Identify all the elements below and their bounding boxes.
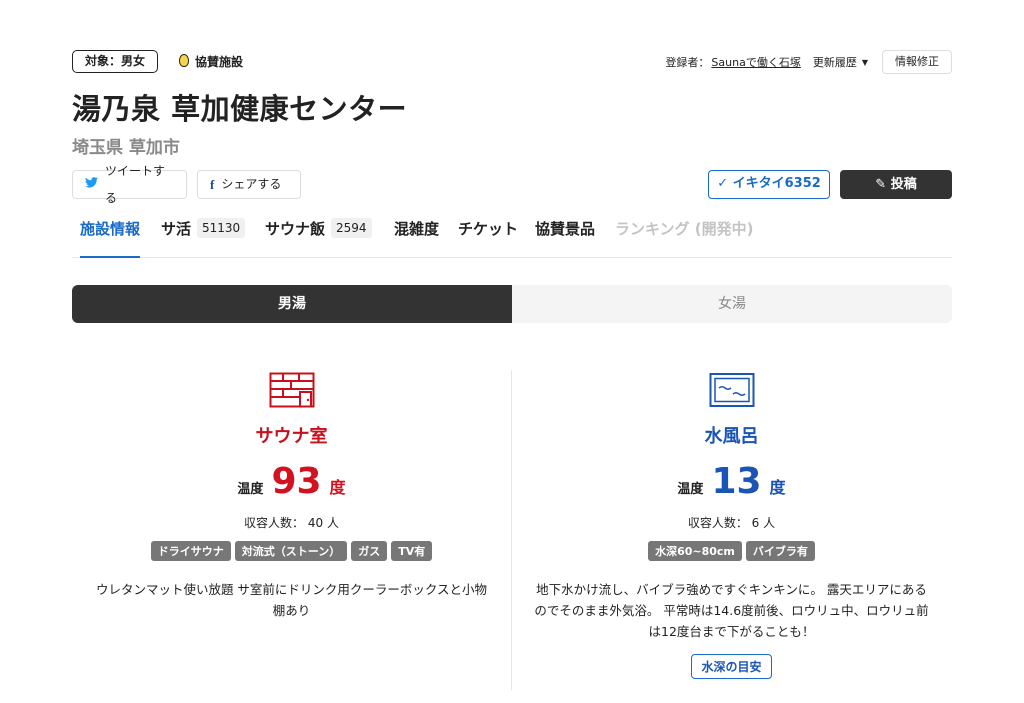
twitter-icon xyxy=(85,171,98,198)
temp-label: 温度 xyxy=(677,482,704,497)
temp-unit: 度 xyxy=(769,478,786,497)
temp-label: 温度 xyxy=(237,482,264,497)
tab-sakatsu[interactable]: サ活 51130 xyxy=(161,218,246,258)
ikitai-label: イキタイ6352 xyxy=(732,176,821,191)
tab-count: 2594 xyxy=(331,218,372,238)
sponsor-text: 協賛施設 xyxy=(195,55,244,69)
facility-name: 湯乃泉 草加健康センター xyxy=(72,92,408,126)
target-badge: 対象：男女 xyxy=(72,50,159,73)
ikitai-button[interactable]: ✓ イキタイ6352 xyxy=(708,170,830,199)
female-bath-tab[interactable]: 女湯 xyxy=(512,285,952,323)
tab-facility-info[interactable]: 施設情報 xyxy=(80,218,141,258)
sauna-capacity: 収容人数： 40 人 xyxy=(244,516,339,530)
sauna-description: ウレタンマット使い放題 サ室前にドリンク用クーラーボックスと小物棚あり xyxy=(95,582,488,618)
caret-down-icon: ▼ xyxy=(861,57,868,67)
tag: ドライサウナ xyxy=(150,541,231,561)
top-right-meta: 登録者： Saunaで働く石塚 更新履歴 ▼ 情報修正 xyxy=(665,50,952,74)
tab-label: ランキング (開発中) xyxy=(615,220,754,238)
post-button[interactable]: ✎ 投稿 xyxy=(840,170,952,199)
tag: ガス xyxy=(351,541,388,561)
registrant-link[interactable]: Saunaで働く石塚 xyxy=(711,54,800,70)
post-label: 投稿 xyxy=(890,177,917,192)
cold-bath-icon xyxy=(709,373,754,407)
tab-ticket[interactable]: チケット xyxy=(458,218,518,258)
sauna-title: サウナ室 xyxy=(255,426,328,447)
tab-label: 協賛景品 xyxy=(535,220,596,238)
tab-congestion[interactable]: 混雑度 xyxy=(394,218,439,258)
temp-unit: 度 xyxy=(329,478,346,497)
tag: TV有 xyxy=(391,541,433,561)
water-capacity: 収容人数： 6 人 xyxy=(687,516,776,530)
tab-sauna-meal[interactable]: サウナ飯 2594 xyxy=(265,218,372,258)
tweet-label: ツイートする xyxy=(105,163,166,205)
registrant-label: 登録者： xyxy=(665,56,710,69)
water-temperature: 温度 13 度 xyxy=(512,464,951,500)
tab-count: 51130 xyxy=(197,218,246,238)
male-bath-tab[interactable]: 男湯 xyxy=(72,285,512,323)
action-row: ツイートする f シェアする ✓ イキタイ6352 ✎ 投稿 xyxy=(72,164,952,205)
gender-switch: 男湯 女湯 xyxy=(72,285,952,323)
water-depth-button[interactable]: 水深の目安 xyxy=(691,654,772,679)
sauna-room-section: サウナ室 温度 93 度 収容人数： 40 人 ドライサウナ 対流式（ストーン）… xyxy=(72,372,511,621)
water-tags: 水深60~80cm バイブラ有 xyxy=(512,541,951,561)
tag: バイブラ有 xyxy=(745,541,815,561)
tab-label: サ活 xyxy=(161,220,192,238)
tab-ranking: ランキング (開発中) xyxy=(615,218,753,258)
check-icon: ✓ xyxy=(717,176,729,191)
tab-label: 混雑度 xyxy=(394,220,440,238)
facebook-share-button[interactable]: f シェアする xyxy=(197,170,301,199)
sponsor-icon xyxy=(179,54,189,67)
tab-label: チケット xyxy=(458,220,519,238)
history-dropdown[interactable]: 更新履歴 ▼ xyxy=(813,54,868,70)
tag: 水深60~80cm xyxy=(648,541,742,561)
water-description: 地下水かけ流し、バイブラ強めですぐキンキンに。 露天エリアにあるのでそのまま外気… xyxy=(534,582,929,639)
tag: 対流式（ストーン） xyxy=(234,541,348,561)
top-row: 対象：男女 協賛施設 登録者： Saunaで働く石塚 更新履歴 ▼ 情報修正 xyxy=(72,50,952,74)
edit-info-button[interactable]: 情報修正 xyxy=(882,50,952,74)
tab-label: サウナ飯 xyxy=(265,220,326,238)
page: 対象：男女 協賛施設 登録者： Saunaで働く石塚 更新履歴 ▼ 情報修正 湯… xyxy=(72,0,952,703)
tab-sponsor-prizes[interactable]: 協賛景品 xyxy=(535,218,595,258)
tab-label: 施設情報 xyxy=(80,220,141,238)
sauna-tags: ドライサウナ 対流式（ストーン） ガス TV有 xyxy=(72,541,511,561)
tweet-button[interactable]: ツイートする xyxy=(72,164,187,205)
share-label: シェアする xyxy=(221,177,282,191)
sponsor-label: 協賛施設 xyxy=(179,53,243,70)
pen-icon: ✎ xyxy=(875,177,887,192)
cold-bath-section: 水風呂 温度 13 度 収容人数： 6 人 水深60~80cm バイブラ有 地下… xyxy=(512,372,951,679)
tab-bar: 施設情報 サ活 51130 サウナ飯 2594 混雑度 チケット 協賛景品 ラン… xyxy=(72,212,952,258)
sauna-temperature: 温度 93 度 xyxy=(72,464,511,500)
sauna-room-icon xyxy=(269,372,314,408)
temp-value: 93 xyxy=(271,461,322,502)
temp-value: 13 xyxy=(711,461,762,502)
water-title: 水風呂 xyxy=(704,426,759,447)
history-label: 更新履歴 xyxy=(812,56,857,69)
facebook-icon: f xyxy=(210,177,215,192)
facility-location: 埼玉県 草加市 xyxy=(72,138,180,158)
